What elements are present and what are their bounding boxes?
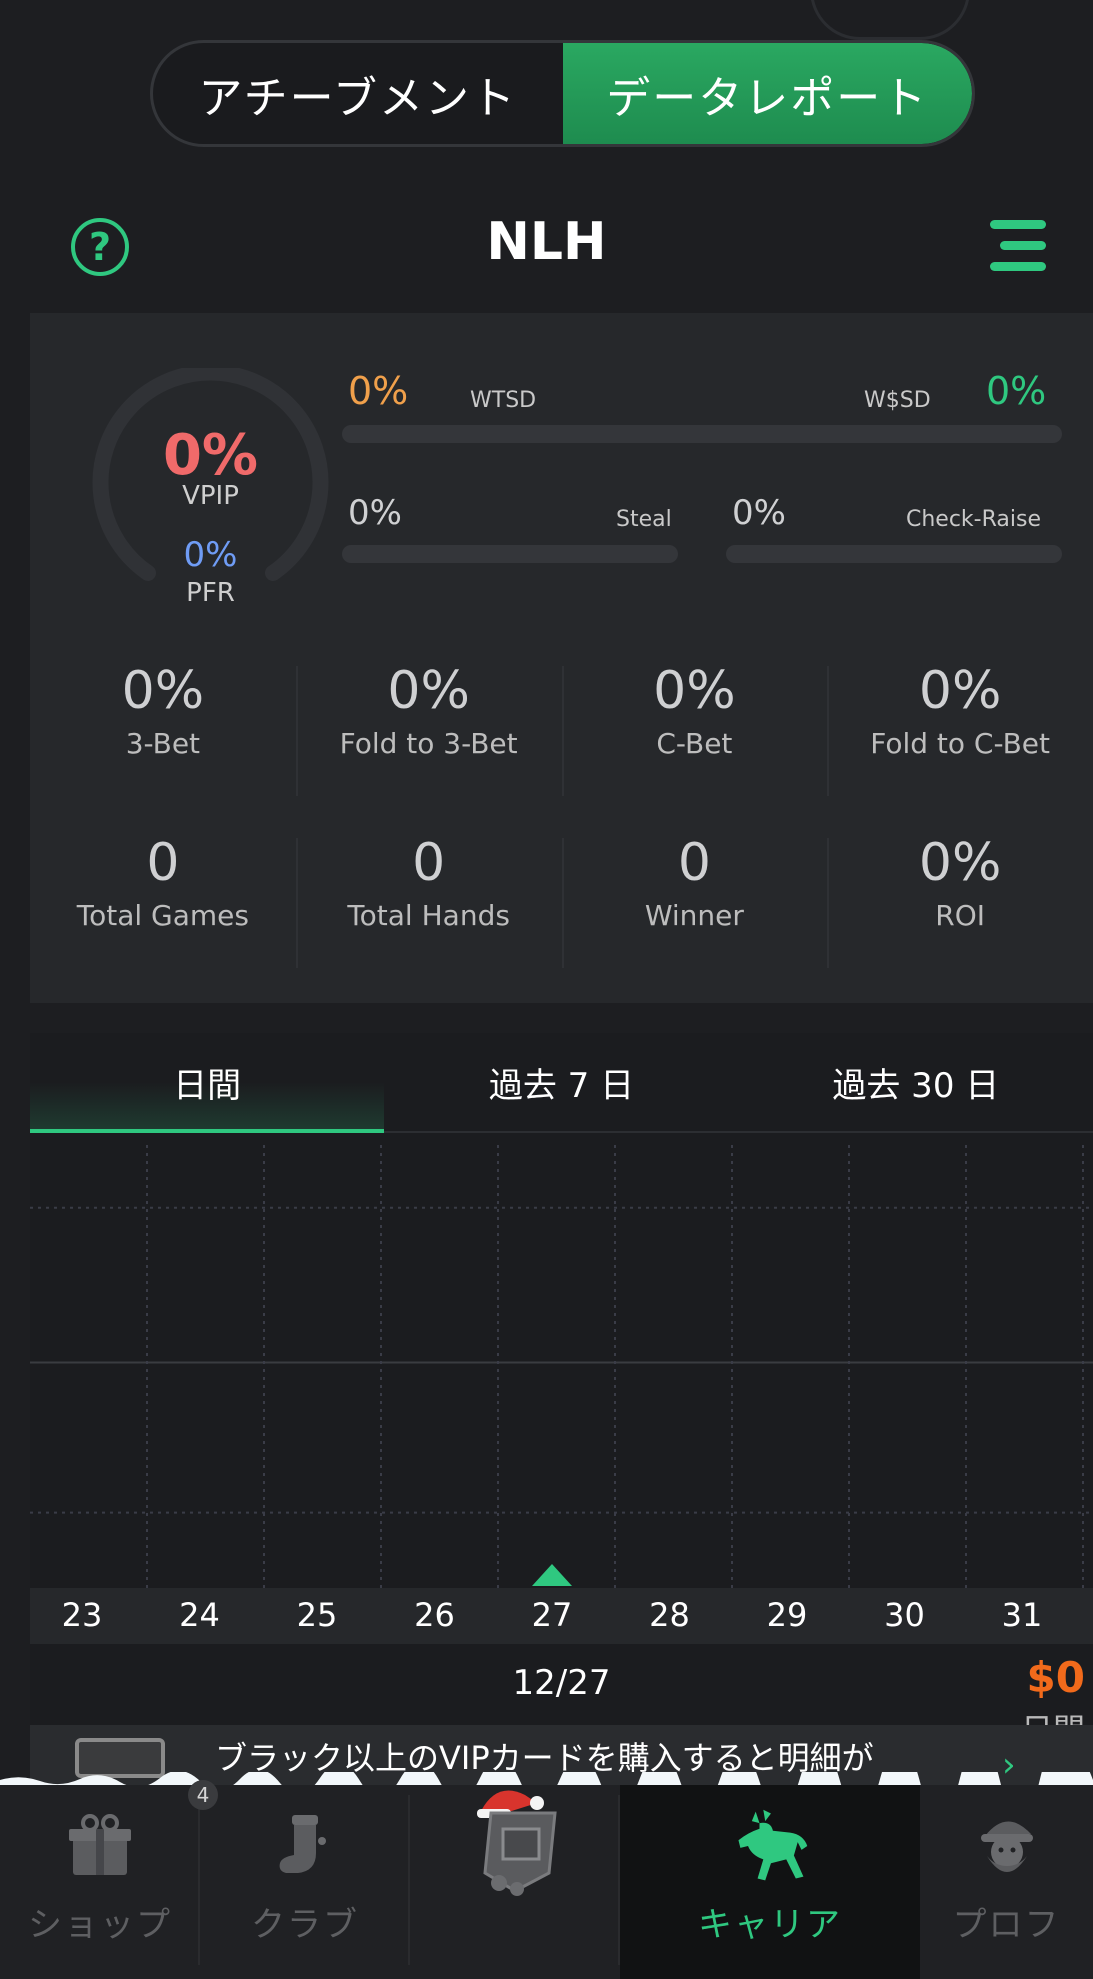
stats-row-totals: 0 Total Games 0 Total Hands 0 Winner 0% ROI <box>30 833 1093 968</box>
stat-fold-to-cbet: 0% Fold to C-Bet <box>827 661 1093 796</box>
nav-club-label: クラブ <box>251 1905 359 1945</box>
steal-value: 0% <box>348 493 402 533</box>
tab-last-30-days[interactable]: 過去 30 日 <box>739 1033 1093 1131</box>
wtsd-wssd-bar <box>342 425 1062 443</box>
stocking-club-icon <box>262 1803 348 1889</box>
x-tick-label[interactable]: 31 <box>1002 1596 1043 1634</box>
header-emblem-decoration <box>810 0 970 40</box>
stats-card: 0% VPIP 0% PFR 0% WTSD W$SD 0% 0% Steal … <box>30 313 1093 1003</box>
tab-achievement[interactable]: アチーブメント <box>153 43 563 144</box>
nav-profile-label: プロフ <box>952 1905 1061 1945</box>
check-raise-label: Check-Raise <box>906 507 1042 532</box>
x-tick-label[interactable]: 25 <box>297 1596 338 1634</box>
gift-shop-icon <box>57 1803 143 1889</box>
x-tick-label[interactable]: 30 <box>884 1596 925 1634</box>
club-notification-badge: 4 <box>188 1780 218 1810</box>
profit-chart-card: 日間 過去 7 日 過去 30 日 23 24 25 26 27 28 29 30 31 12/… <box>30 1033 1093 1749</box>
check-raise-bar <box>726 545 1062 563</box>
nav-shop-label: ショップ <box>28 1905 172 1945</box>
stat-total-hands: 0 Total Hands <box>295 833 562 968</box>
wssd-label: W$SD <box>864 388 931 413</box>
stat-fold-to-3bet: 0% Fold to 3-Bet <box>295 661 562 796</box>
stat-roi: 0% ROI <box>827 833 1093 968</box>
x-tick-label[interactable]: 24 <box>179 1596 220 1634</box>
bottom-nav: ショップ クラブ キャリア プロフ <box>0 1785 1093 1979</box>
check-raise-value: 0% <box>732 493 786 533</box>
wssd-value: 0% <box>986 369 1047 413</box>
pfr-value: 0% <box>183 535 238 575</box>
christmas-emblem-icon <box>445 1778 585 1898</box>
menu-icon[interactable] <box>988 220 1046 272</box>
nav-career-label: キャリア <box>698 1905 842 1945</box>
x-tick-label[interactable]: 27 <box>532 1596 573 1634</box>
tab-last-7-days[interactable]: 過去 7 日 <box>384 1033 738 1131</box>
stat-winner: 0 Winner <box>561 833 828 968</box>
period-tabs: 日間 過去 7 日 過去 30 日 <box>30 1033 1093 1133</box>
tab-daily[interactable]: 日間 <box>30 1033 385 1133</box>
profit-amount: $0 <box>1026 1653 1085 1702</box>
x-tick-label[interactable]: 26 <box>414 1596 455 1634</box>
reindeer-career-icon <box>727 1803 813 1889</box>
wtsd-value: 0% <box>348 369 409 413</box>
profit-chart <box>30 1145 1093 1590</box>
nav-profile[interactable]: プロフ <box>920 1785 1093 1979</box>
steal-label: Steal <box>616 507 672 532</box>
vpip-value: 0% <box>162 423 259 488</box>
stat-cbet: 0% C-Bet <box>561 661 828 796</box>
stat-3bet: 0% 3-Bet <box>121 661 205 760</box>
nav-lobby[interactable] <box>410 1785 620 1979</box>
stat-total-games: 0 Total Games <box>76 833 249 932</box>
stats-row-bets: 0% 3-Bet 0% Fold to 3-Bet 0% C-Bet 0% Fold t… <box>30 661 1093 796</box>
report-segmented-control: アチーブメント データレポート <box>150 40 975 147</box>
steal-bar <box>342 545 678 563</box>
selected-date: 12/27 <box>512 1663 611 1703</box>
wtsd-label: WTSD <box>470 388 537 413</box>
x-tick-label[interactable]: 29 <box>767 1596 808 1634</box>
nav-club[interactable]: クラブ <box>200 1785 410 1979</box>
x-tick-label[interactable]: 28 <box>649 1596 690 1634</box>
page-title: NLH <box>486 212 607 272</box>
nav-career[interactable]: キャリア <box>620 1785 920 1979</box>
pfr-label: PFR <box>186 578 235 608</box>
selected-point-marker[interactable] <box>532 1564 572 1586</box>
x-tick-label[interactable]: 23 <box>62 1596 103 1634</box>
vpip-label: VPIP <box>182 481 239 511</box>
nav-shop[interactable]: ショップ <box>0 1785 200 1979</box>
chart-x-axis: 23 24 25 26 27 28 29 30 31 <box>30 1588 1093 1644</box>
tab-data-report[interactable]: データレポート <box>562 43 972 144</box>
santa-profile-icon <box>964 1803 1050 1889</box>
